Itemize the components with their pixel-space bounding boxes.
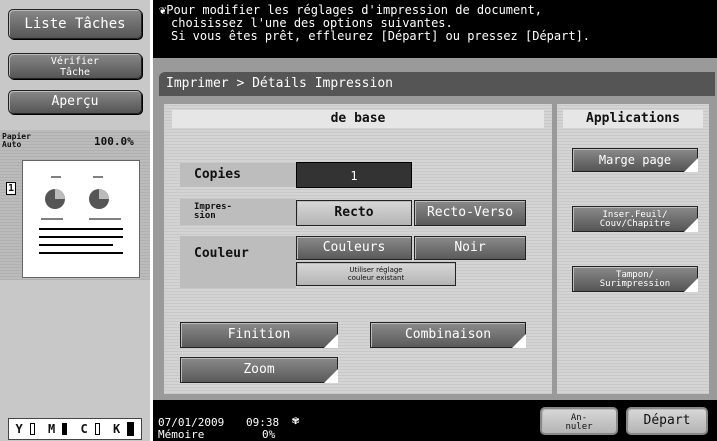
- stamp-overlay-button[interactable]: Tampon/ Surimpression: [572, 266, 698, 292]
- preview-button[interactable]: Aperçu: [8, 90, 142, 114]
- toner-y-label: Y: [16, 422, 35, 436]
- memory-label: Mémoire: [158, 428, 205, 441]
- use-existing-color-button[interactable]: Utiliser réglage couleur existant: [296, 262, 456, 286]
- message-area: ❦Pour modifier les réglages d'impression…: [153, 0, 717, 58]
- toner-indicators: Y M C K: [8, 418, 142, 440]
- page-margin-button[interactable]: Marge page: [572, 148, 698, 172]
- start-button[interactable]: Départ: [626, 407, 708, 435]
- recto-button[interactable]: Recto: [296, 200, 412, 226]
- toner-c-label: C: [81, 422, 100, 436]
- colors-button[interactable]: Couleurs: [296, 236, 412, 260]
- color-label: Couleur: [180, 236, 296, 288]
- tab-basic: de base: [172, 110, 544, 128]
- insert-sheet-button[interactable]: Inser.Feuil/ Couv/Chapitre: [572, 206, 698, 232]
- job-list-button[interactable]: Liste Tâches: [8, 9, 142, 39]
- cancel-button[interactable]: An- nuler: [540, 407, 618, 435]
- page-thumbnail: [22, 160, 140, 278]
- zoom-button[interactable]: Zoom: [180, 357, 338, 383]
- memory-value: 0%: [262, 428, 276, 441]
- preview-pane: Papier Auto 100.0% 1: [0, 130, 150, 280]
- tab-applications: Applications: [563, 110, 703, 128]
- breadcrumb: Imprimer > Détails Impression: [159, 72, 715, 96]
- copies-value-field[interactable]: 1: [296, 162, 412, 188]
- black-button[interactable]: Noir: [414, 236, 526, 260]
- page-badge: 1: [6, 182, 16, 195]
- paper-label: Papier Auto: [2, 132, 31, 149]
- toner-m-label: M: [48, 422, 68, 436]
- zoom-value: 100.0%: [94, 135, 134, 148]
- print-side-label: Impres- sion: [180, 199, 296, 225]
- message-line-3: Si vous êtes prêt, effleurez [Départ] ou…: [171, 29, 591, 43]
- copies-label: Copies: [180, 163, 296, 187]
- recto-verso-button[interactable]: Recto-Verso: [414, 200, 526, 226]
- combination-button[interactable]: Combinaison: [370, 322, 526, 348]
- toner-k-label: K: [113, 422, 135, 436]
- document-thumbnail-icon: [39, 176, 123, 254]
- check-job-button[interactable]: Vérifier Tâche: [8, 53, 142, 79]
- network-icon: ✾: [292, 413, 300, 427]
- finishing-button[interactable]: Finition: [180, 322, 338, 348]
